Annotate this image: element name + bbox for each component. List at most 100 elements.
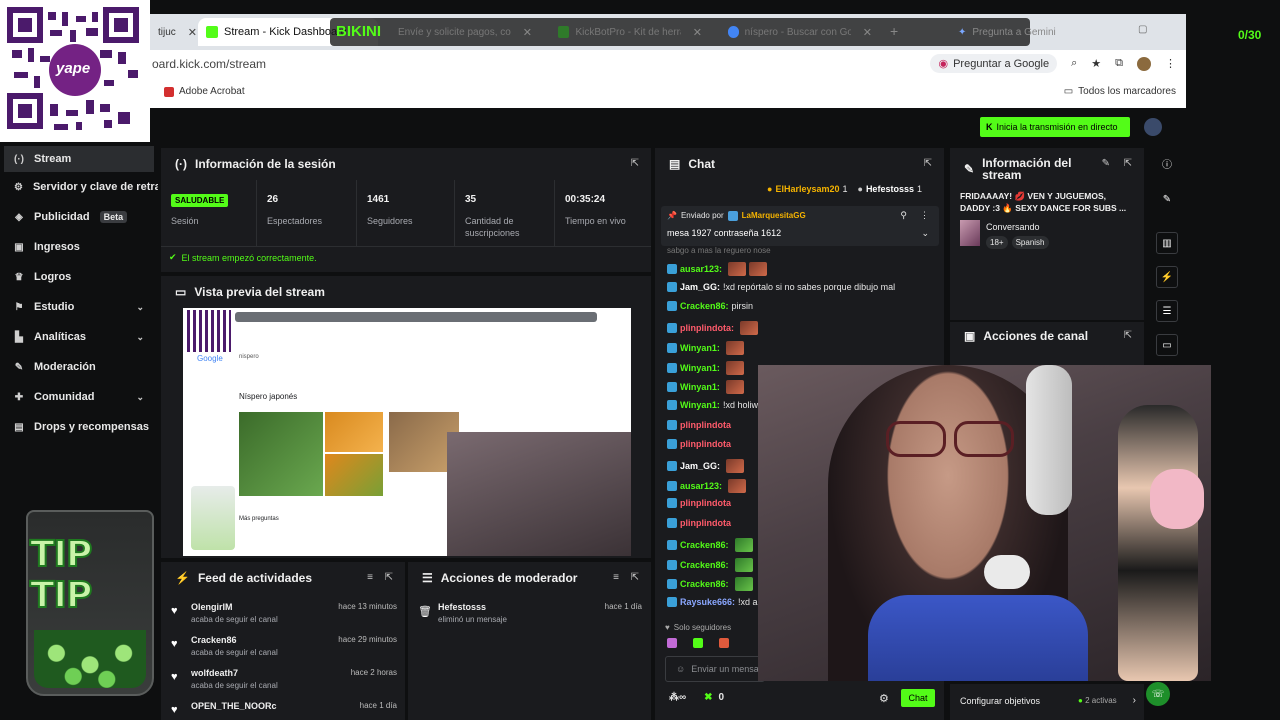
more-icon[interactable]: ⋮	[920, 210, 929, 221]
tag[interactable]: 18+	[986, 236, 1008, 249]
chat-username[interactable]: Raysuke666:	[680, 597, 735, 607]
chat-username[interactable]: Cracken86:	[680, 560, 729, 570]
sidebar-item-logros[interactable]: ♛ Logros	[0, 262, 158, 292]
points-display[interactable]: ✖ 0	[704, 692, 724, 703]
sidebar-item-drops[interactable]: ▤ Drops y recompensas	[0, 412, 158, 442]
chat-username[interactable]: Winyan1:	[680, 382, 720, 392]
extensions-icon[interactable]: ⧉	[1115, 57, 1123, 70]
menu-icon[interactable]: ⋮	[1165, 57, 1176, 70]
info-icon[interactable]: ⓘ	[1156, 152, 1178, 174]
pig-plush	[1150, 469, 1204, 529]
sidebar-item-stream[interactable]: (·) Stream	[4, 146, 154, 172]
emote-icon	[749, 262, 768, 276]
user-avatar[interactable]	[1144, 118, 1162, 136]
browser-tab[interactable]: níspero - Buscar con Google ✕	[720, 18, 880, 46]
browser-tab[interactable]: KickBotPro - Kit de herram ✕	[550, 18, 710, 46]
layout-icon[interactable]: ▥	[1156, 232, 1178, 254]
chat-username[interactable]: Cracken86:	[680, 579, 729, 589]
chat-username[interactable]: Winyan1:	[680, 363, 720, 373]
top-gifter[interactable]: ● Hefestosss 1	[858, 184, 922, 194]
pinned-author[interactable]: LaMarquesitaGG	[742, 211, 806, 221]
close-icon[interactable]: ✕	[863, 26, 872, 39]
ask-google-button[interactable]: ◉ Preguntar a Google	[930, 54, 1058, 73]
chat-username[interactable]: plinplindota	[680, 518, 731, 528]
tag[interactable]: Spanish	[1011, 236, 1049, 249]
sidebar-item-ingresos[interactable]: ▣ Ingresos	[0, 232, 158, 262]
chat-username[interactable]: Cracken86:	[680, 301, 729, 311]
expand-icon[interactable]: ⇱	[1124, 158, 1132, 169]
chat-input[interactable]: ☺ Enviar un mensaje	[665, 656, 766, 682]
chat-username[interactable]: Winyan1:	[680, 400, 720, 410]
top-gifter[interactable]: ● ElHarleysam20 1	[767, 184, 848, 194]
edit-icon[interactable]: ✎	[1102, 158, 1110, 169]
sidebar-item-server-key[interactable]: ⚙ Servidor y clave de retransmisión	[0, 172, 158, 202]
chat-message: ausar123:	[667, 262, 768, 276]
chat-send-button[interactable]: Chat	[901, 689, 935, 707]
goals-row[interactable]: Configurar objetivos ● 2 activas ›	[950, 684, 1144, 720]
chat-username[interactable]: Jam_GG:	[680, 282, 720, 292]
chat-username[interactable]: plinplindota	[680, 439, 731, 449]
chat-icon[interactable]: ▭	[1156, 334, 1178, 356]
profile-avatar[interactable]	[1137, 56, 1151, 71]
stream-preview-panel: ▭ Vista previa del stream Google nispero…	[161, 276, 651, 558]
emote-icon[interactable]	[693, 638, 703, 648]
chat-settings-icon[interactable]: ⚙	[879, 692, 889, 705]
expand-icon[interactable]: ⇱	[1124, 330, 1132, 341]
anime-character	[1118, 405, 1198, 681]
chat-username[interactable]: ausar123:	[680, 264, 722, 274]
stream-preview-video[interactable]: Google nispero Níspero japonés Más pregu…	[183, 308, 631, 556]
zoom-icon[interactable]: ⌕	[1071, 57, 1077, 70]
chat-username[interactable]: plinplindota	[680, 420, 731, 430]
tab-label: KickBotPro - Kit de herram	[575, 26, 680, 38]
browser-tab[interactable]: tijuc ✕	[150, 18, 197, 46]
all-bookmarks[interactable]: ▭ Todos los marcadores	[1064, 86, 1176, 97]
sidebar-item-publicidad[interactable]: ◈ Publicidad Beta	[0, 202, 158, 232]
expand-icon[interactable]: ⇱	[631, 158, 639, 169]
top-gifters: ● ElHarleysam20 1 ● Hefestosss 1	[767, 184, 922, 194]
sidebar-item-moderacion[interactable]: ✎ Moderación	[0, 352, 158, 382]
close-icon[interactable]: ✕	[188, 26, 197, 39]
chat-username[interactable]: plinplindota	[680, 498, 731, 508]
category-thumbnail[interactable]	[960, 220, 980, 246]
chat-message: Cracken86:	[667, 537, 753, 552]
pencil-icon[interactable]: ✎	[1156, 188, 1178, 210]
new-tab-icon[interactable]: +	[890, 23, 898, 39]
filter-icon[interactable]: ≡	[613, 572, 619, 583]
expand-icon[interactable]: ⇱	[385, 572, 393, 583]
chat-username[interactable]: Cracken86:	[680, 540, 729, 550]
maximize-icon[interactable]: ▢	[1138, 24, 1147, 35]
chat-username[interactable]: Winyan1:	[680, 343, 720, 353]
close-icon[interactable]: ✕	[693, 26, 702, 39]
bookmark-acrobat[interactable]: Adobe Acrobat	[164, 86, 245, 97]
google-favicon-icon	[728, 26, 739, 38]
address-bar[interactable]: oard.kick.com/stream ◉ Preguntar a Googl…	[150, 50, 1186, 78]
sidebar-item-comunidad[interactable]: ✚ Comunidad ⌄	[0, 382, 158, 412]
chevron-down-icon[interactable]: ⌄	[921, 228, 929, 239]
list-icon[interactable]: ☰	[1156, 300, 1178, 322]
stream-info-panel: ✎ Información del stream ✎ ⇱ FRIDAAAAY! …	[950, 148, 1144, 320]
expand-icon[interactable]: ⇱	[924, 158, 932, 169]
expand-icon[interactable]: ⇱	[631, 572, 639, 583]
chat-text: !xd holiw	[722, 399, 758, 410]
emote-icon[interactable]	[719, 638, 729, 648]
emote-icon[interactable]	[667, 638, 677, 648]
active-goals-count: 2 activas	[1085, 696, 1117, 705]
bolt-icon[interactable]: ⚡	[1156, 266, 1178, 288]
chat-message: Cracken86: pirsin	[667, 301, 753, 312]
unpin-icon[interactable]: ⚲	[900, 210, 907, 221]
sidebar-item-analiticas[interactable]: ▙ Analíticas ⌄	[0, 322, 158, 352]
gemini-button[interactable]: ✦ Pregunta a Gemini	[950, 18, 1070, 46]
chat-username[interactable]: plinplindota:	[680, 323, 734, 333]
chat-username[interactable]: Jam_GG:	[680, 461, 720, 471]
filter-icon[interactable]: ≡	[367, 572, 373, 583]
star-icon[interactable]: ★	[1091, 57, 1101, 70]
chat-username[interactable]: ausar123:	[680, 481, 722, 491]
support-icon[interactable]: ☏	[1146, 682, 1170, 706]
infinity-icon[interactable]: ⁂∞	[669, 692, 686, 703]
panel-title: Información de la sesión	[195, 157, 336, 171]
close-icon[interactable]: ✕	[523, 26, 532, 39]
stream-category[interactable]: Conversando	[986, 222, 1040, 232]
sidebar-item-estudio[interactable]: ⚑ Estudio ⌄	[0, 292, 158, 322]
go-live-button[interactable]: K Inicia la transmisión en directo	[980, 117, 1130, 137]
browser-tab[interactable]: Envíe y solicite pagos, com ✕	[390, 18, 540, 46]
